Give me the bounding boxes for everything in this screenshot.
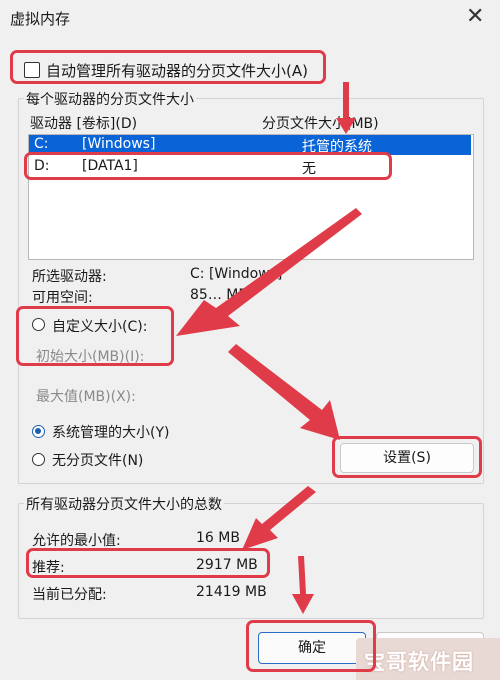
min-allowed-value: 16 MB bbox=[196, 530, 240, 546]
max-size-label: 最大值(MB)(X): bbox=[36, 389, 136, 405]
window-title: 虚拟内存 bbox=[10, 10, 71, 28]
drive-label: [Windows] bbox=[82, 136, 156, 152]
allocated-value: 21419 MB bbox=[196, 584, 267, 600]
free-space-value: 85… MB bbox=[190, 287, 248, 303]
selected-drive-value: C: [Windows] bbox=[190, 266, 283, 282]
no-paging-radio[interactable] bbox=[32, 453, 45, 466]
title-bar bbox=[0, 0, 500, 36]
selected-drive-label: 所选驱动器: bbox=[32, 269, 107, 285]
set-button[interactable]: 设置(S) bbox=[340, 443, 474, 473]
drive-letter: D: bbox=[34, 158, 50, 174]
drive-letter: C: bbox=[34, 136, 49, 152]
column-header-drive[interactable]: 驱动器 [卷标](D) bbox=[30, 113, 137, 133]
drive-label: [DATA1] bbox=[82, 158, 138, 174]
recommended-label: 推荐: bbox=[32, 560, 65, 576]
allocated-label: 当前已分配: bbox=[32, 587, 107, 603]
close-icon[interactable]: ✕ bbox=[466, 4, 484, 29]
min-allowed-label: 允许的最小值: bbox=[32, 533, 121, 549]
custom-size-label[interactable]: 自定义大小(C): bbox=[52, 316, 147, 336]
totals-group-title: 所有驱动器分页文件大小的总数 bbox=[24, 494, 224, 514]
watermark-text: 宝哥软件园 bbox=[364, 650, 474, 674]
custom-size-radio[interactable] bbox=[32, 318, 45, 331]
system-managed-radio[interactable] bbox=[32, 425, 45, 438]
free-space-label: 可用空间: bbox=[32, 290, 93, 306]
recommended-value: 2917 MB bbox=[196, 557, 258, 573]
no-paging-label[interactable]: 无分页文件(N) bbox=[52, 450, 143, 470]
ok-button[interactable]: 确定 bbox=[258, 632, 366, 664]
initial-size-label: 初始大小(MB)(I): bbox=[36, 349, 145, 365]
drive-size: 托管的系统 bbox=[302, 139, 372, 155]
column-header-size[interactable]: 分页文件大小(MB) bbox=[262, 113, 379, 133]
system-managed-label[interactable]: 系统管理的大小(Y) bbox=[52, 422, 169, 442]
auto-manage-label[interactable]: 自动管理所有驱动器的分页文件大小(A) bbox=[46, 60, 308, 81]
drive-group-title: 每个驱动器的分页文件大小 bbox=[24, 89, 196, 109]
auto-manage-checkbox[interactable] bbox=[24, 62, 40, 78]
drive-size: 无 bbox=[302, 161, 316, 177]
